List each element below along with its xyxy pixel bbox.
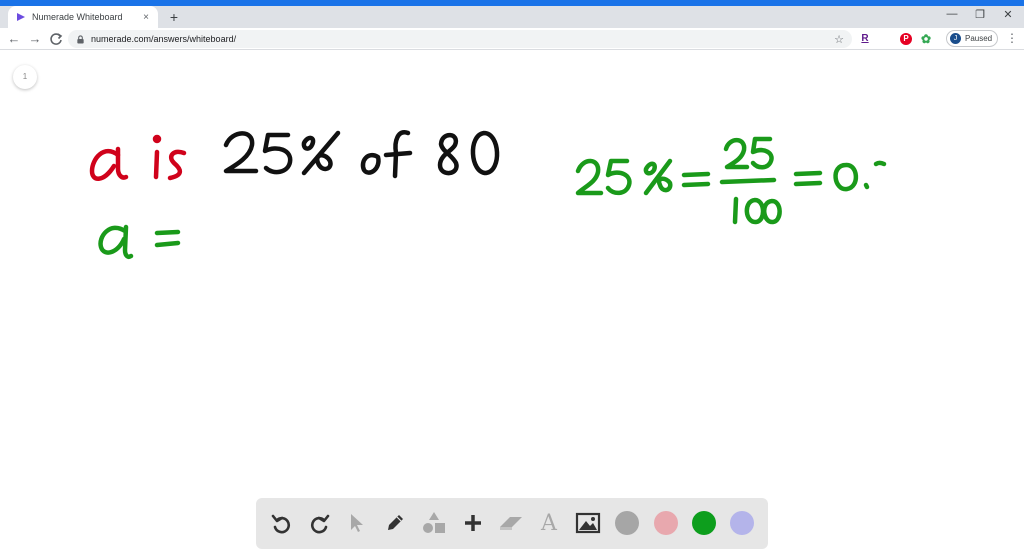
close-window-button[interactable]: ✕ — [998, 8, 1018, 21]
ink-red-a — [89, 146, 129, 181]
color-pink-swatch[interactable] — [652, 509, 680, 537]
eraser-button[interactable] — [497, 509, 525, 537]
color-green-swatch[interactable] — [690, 509, 718, 537]
r-extension-icon[interactable]: R — [858, 32, 872, 46]
profile-button[interactable]: J Paused — [946, 30, 998, 47]
numerade-favicon-icon — [17, 13, 25, 21]
color-lavender-swatch[interactable] — [728, 509, 756, 537]
image-icon — [575, 512, 601, 534]
pointer-button[interactable] — [343, 509, 371, 537]
image-button[interactable] — [574, 509, 602, 537]
shapes-button[interactable] — [420, 509, 448, 537]
avatar: J — [950, 33, 961, 44]
pinterest-label: P — [900, 33, 912, 45]
bookmark-star-icon[interactable]: ☆ — [834, 33, 844, 46]
tab-strip: Numerade Whiteboard × + — ❐ ✕ — [0, 6, 1024, 28]
text-icon: A — [541, 510, 557, 536]
undo-button[interactable] — [267, 509, 295, 537]
forward-button[interactable]: → — [27, 31, 43, 47]
ink-green-percent-conversion — [575, 136, 887, 225]
color-gray-swatch[interactable] — [613, 509, 641, 537]
pointer-icon — [351, 514, 363, 532]
handwriting-layer — [89, 130, 887, 259]
browser-menu-icon[interactable]: ⋮ — [1006, 31, 1018, 45]
restore-button[interactable]: ❐ — [970, 8, 990, 21]
r-extension-label: R — [861, 33, 869, 44]
undo-icon — [271, 514, 290, 534]
whiteboard-toolbar: A — [256, 498, 768, 549]
lavender-color-dot — [730, 511, 754, 535]
address-bar[interactable]: numerade.com/answers/whiteboard/ ☆ — [68, 30, 852, 48]
redo-button[interactable] — [306, 509, 334, 537]
ink-black-25-percent-of-80 — [223, 130, 500, 179]
google-photos-label: ✿ — [920, 32, 932, 46]
browser-toolbar: ← → numerade.com/answers/whiteboard/ ☆ R… — [0, 28, 1024, 50]
plus-icon — [465, 515, 481, 531]
tab-title: Numerade Whiteboard — [32, 12, 123, 22]
pink-color-dot — [654, 511, 678, 535]
eraser-icon — [500, 517, 522, 530]
back-button[interactable]: ← — [6, 31, 22, 47]
green-color-dot — [692, 511, 716, 535]
pen-icon — [388, 515, 403, 530]
google-photos-icon[interactable]: ✿ — [919, 32, 933, 46]
ink-green-a-equals — [98, 224, 181, 259]
shapes-icon — [423, 512, 445, 533]
pen-button[interactable] — [381, 509, 409, 537]
gray-color-dot — [615, 511, 639, 535]
tab-numerade-whiteboard[interactable]: Numerade Whiteboard × — [8, 6, 158, 28]
reload-icon[interactable] — [48, 31, 64, 47]
profile-status: Paused — [965, 34, 993, 43]
minimize-button[interactable]: — — [942, 8, 962, 20]
whiteboard-canvas[interactable]: 1 — [0, 51, 1024, 556]
new-tab-button[interactable]: + — [167, 9, 181, 25]
tab-close-icon[interactable]: × — [140, 12, 152, 23]
url-text: numerade.com/answers/whiteboard/ — [91, 34, 237, 44]
lock-icon — [77, 34, 84, 44]
redo-icon — [311, 514, 330, 534]
add-button[interactable] — [459, 509, 487, 537]
ink-red-is — [152, 134, 187, 181]
pinterest-icon[interactable]: P — [899, 32, 913, 46]
text-button[interactable]: A — [535, 509, 563, 537]
